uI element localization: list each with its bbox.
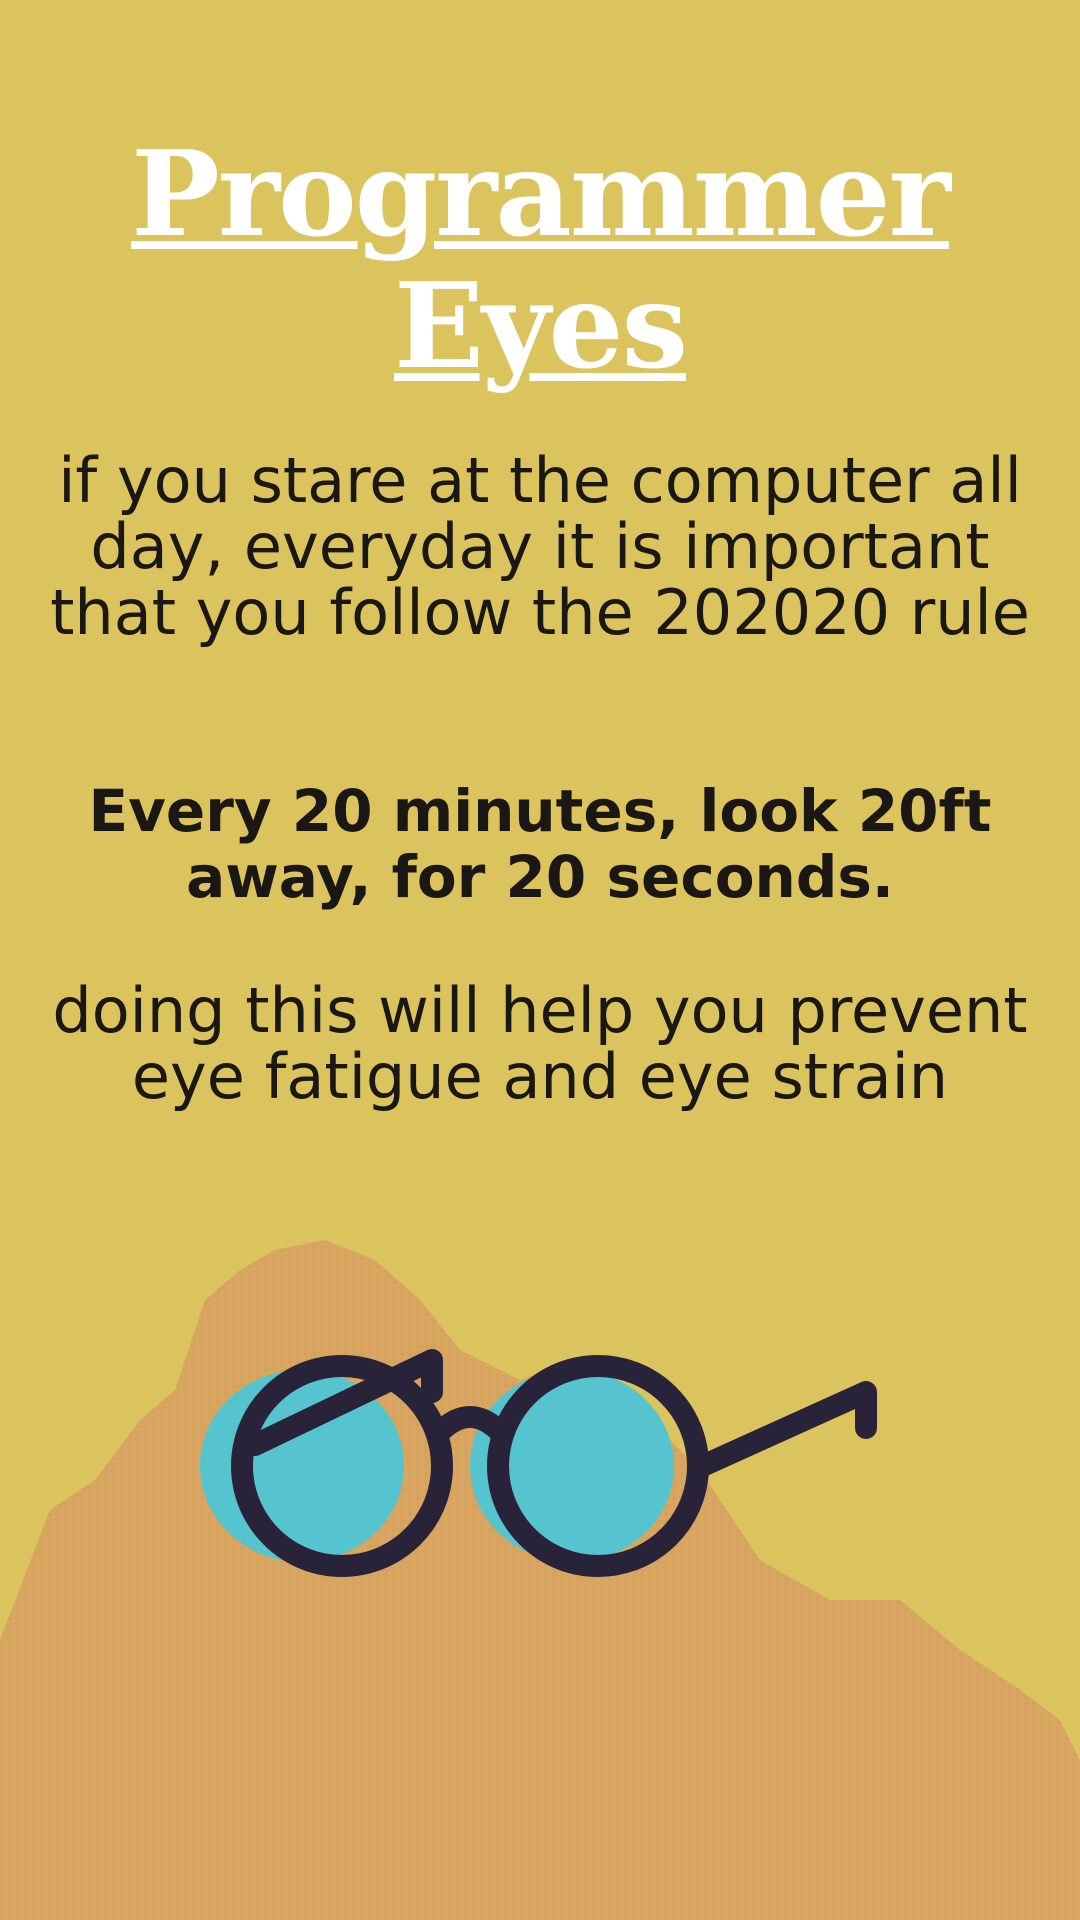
eyeglasses-icon	[200, 1349, 877, 1577]
mountain-shape	[0, 1240, 1080, 1920]
title-line-1: Programmer	[131, 124, 951, 263]
benefit-paragraph: doing this will help you prevent eye fat…	[52, 974, 1028, 1113]
poster-title: Programmer Eyes	[0, 128, 1080, 392]
intro-paragraph: if you stare at the computer all day, ev…	[50, 444, 1030, 649]
title-line-2: Eyes	[393, 256, 688, 395]
poster: Programmer Eyes if you stare at the comp…	[0, 0, 1080, 1920]
rule-paragraph: Every 20 minutes, look 20ft away, for 20…	[88, 777, 992, 911]
